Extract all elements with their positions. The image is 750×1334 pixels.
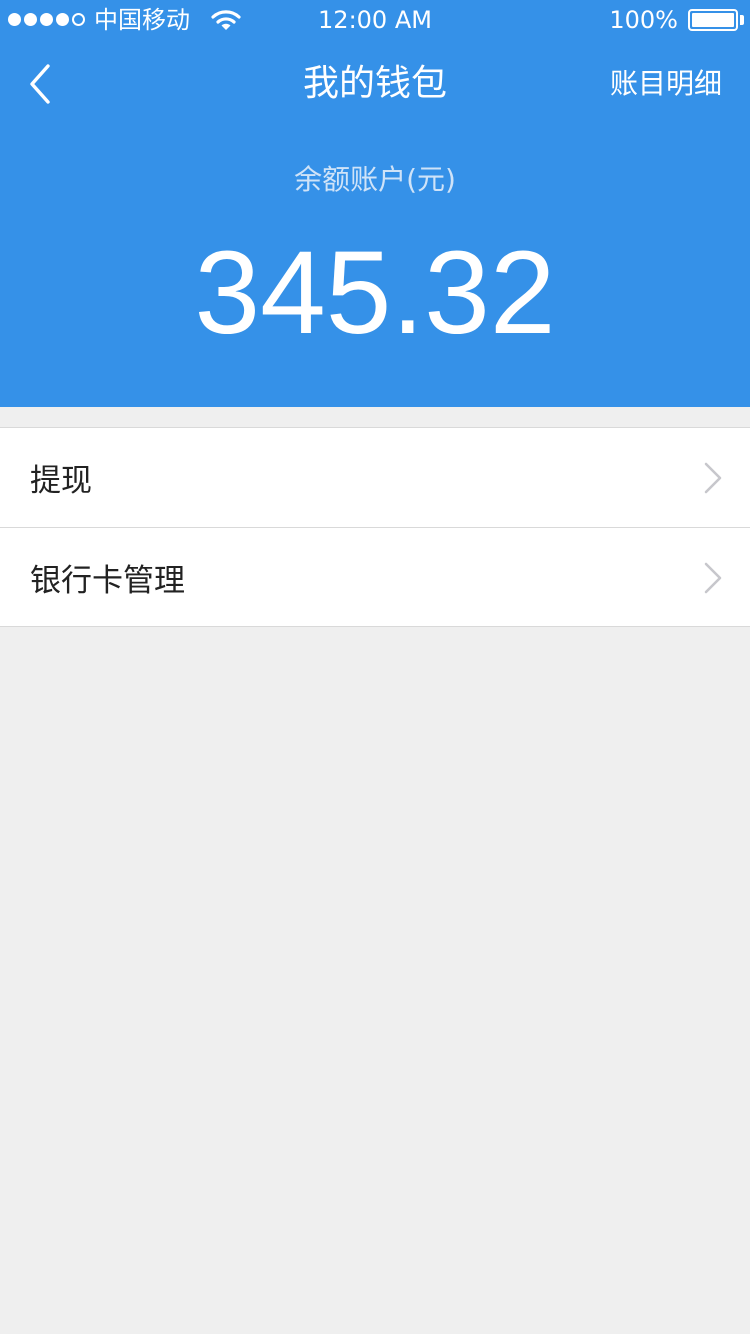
chevron-left-icon [30, 64, 50, 104]
battery-cap [740, 15, 744, 25]
battery-percent: 100% [609, 6, 678, 34]
bank-card-management-menu-item[interactable]: 银行卡管理 [0, 527, 750, 626]
wallet-header: 中国移动 12:00 AM 100% 我的钱包 账目明细 余额账户(元) 345… [0, 0, 750, 407]
status-bar: 中国移动 12:00 AM 100% [0, 0, 750, 40]
balance-amount: 345.32 [194, 227, 556, 359]
wallet-menu-list: 提现 银行卡管理 [0, 427, 750, 627]
back-button[interactable] [20, 58, 70, 110]
chevron-right-icon [704, 562, 722, 594]
battery-icon [688, 9, 738, 31]
menu-item-label: 银行卡管理 [30, 562, 185, 599]
ledger-details-button[interactable]: 账目明细 [610, 64, 722, 104]
chevron-right-icon [704, 462, 722, 494]
menu-item-label: 提现 [30, 463, 92, 499]
battery-fill [692, 13, 734, 27]
withdraw-menu-item[interactable]: 提现 [0, 428, 750, 527]
balance-label: 余额账户(元) [294, 163, 456, 196]
wallet-screen: 中国移动 12:00 AM 100% 我的钱包 账目明细 余额账户(元) 345… [0, 0, 750, 1334]
